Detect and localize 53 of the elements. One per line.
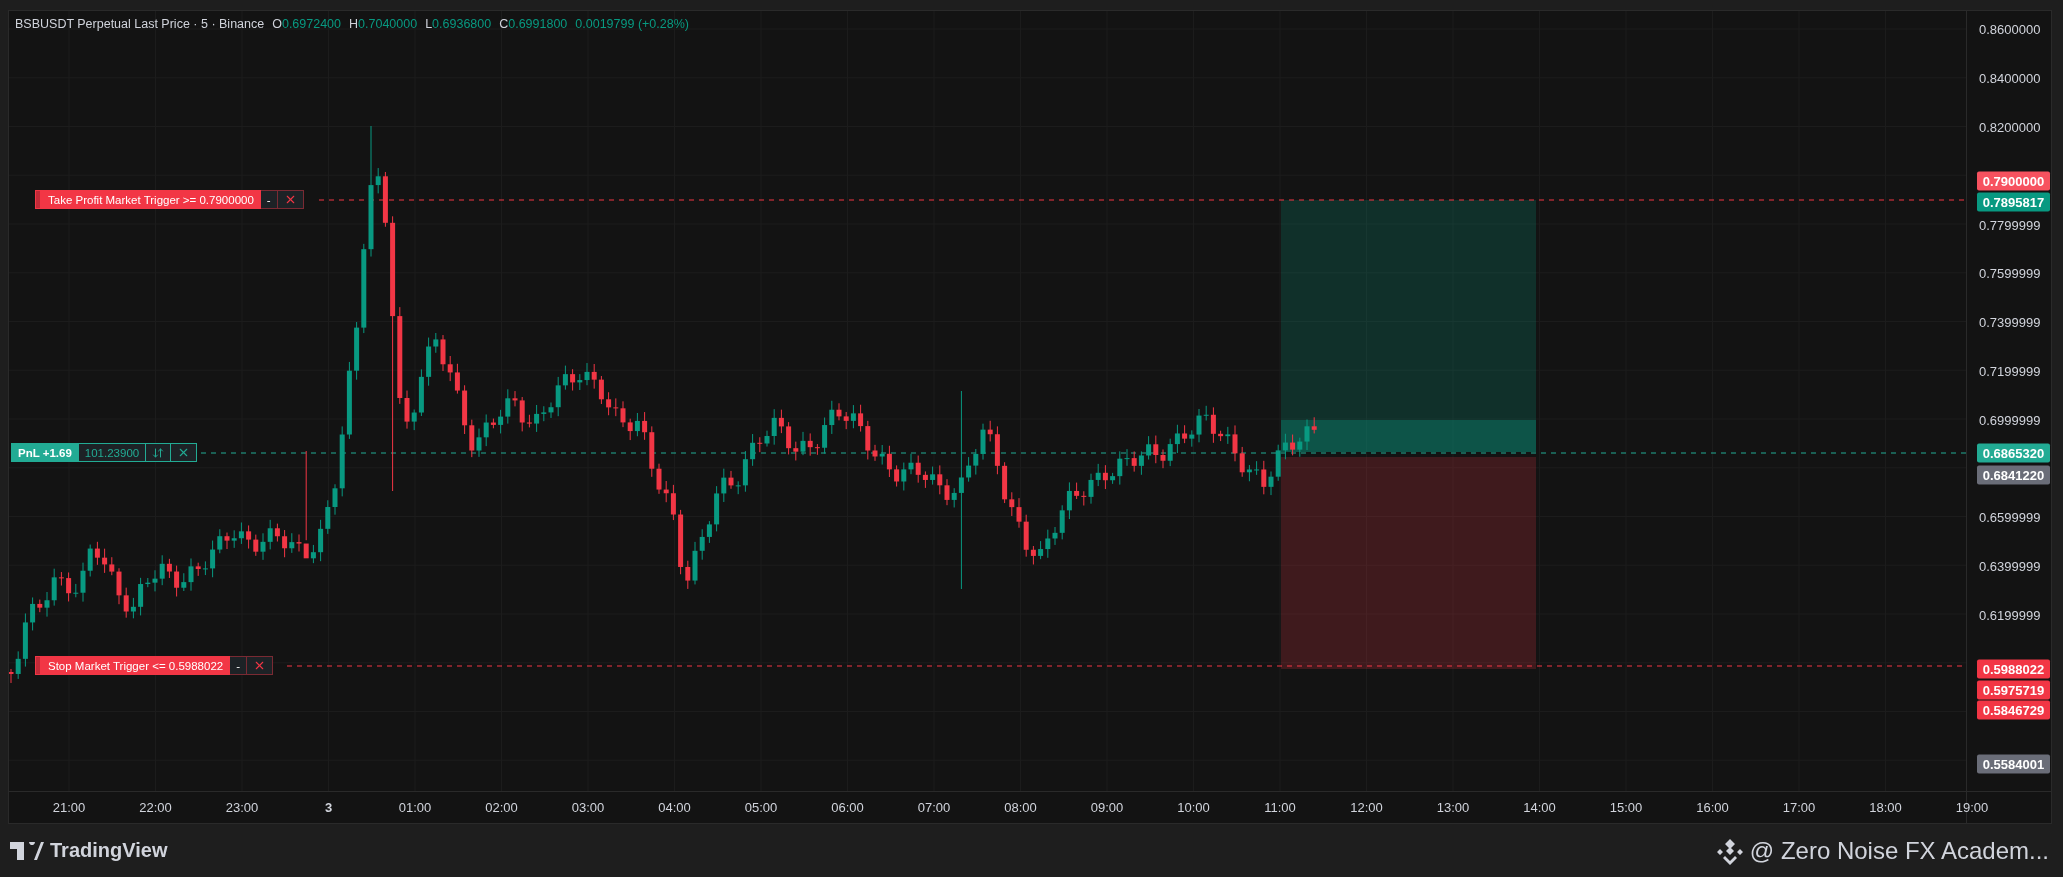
price-tick: 0.7799999 <box>1979 217 2041 233</box>
price-tick: 0.7599999 <box>1979 265 2041 281</box>
time-label: 02:00 <box>485 800 518 815</box>
price-tag: 0.7900000 <box>1977 171 2050 191</box>
time-label: 19:00 <box>1955 800 1989 815</box>
price-tag: 0.5846729 <box>1977 700 2050 720</box>
time-label: 05:00 <box>744 800 778 815</box>
time-label: 10:00 <box>1177 800 1210 815</box>
price-tick: 0.6199999 <box>1979 607 2041 623</box>
time-label: 23:00 <box>225 800 259 815</box>
time-label: 22:00 <box>139 800 172 815</box>
price-tag: 0.6841220 <box>1977 465 2050 485</box>
time-label: 18:00 <box>1869 800 1902 815</box>
order-label[interactable]: Stop Market Trigger <= 0.5988022 <box>35 656 231 675</box>
ohlc-value: L0.6936800 <box>425 17 492 31</box>
ohlc-value: H0.7040000 <box>349 17 418 31</box>
time-label: 21:00 <box>52 800 86 815</box>
price-tag: 0.6865320 <box>1977 443 2050 463</box>
time-label: 12:00 <box>1350 800 1383 815</box>
price-change: 0.0019799 (+0.28%) <box>575 17 689 31</box>
time-label: 01:00 <box>398 800 432 815</box>
price-tick: 0.8600000 <box>1979 21 2041 37</box>
time-label: 11:00 <box>1264 800 1296 815</box>
time-label: 04:00 <box>658 800 691 815</box>
price-tick: 0.7399999 <box>1979 314 2041 330</box>
price-tick: 0.8400000 <box>1979 70 2041 86</box>
time-label: 13:00 <box>1436 800 1470 815</box>
price-tag: 0.5988022 <box>1977 659 2050 679</box>
time-label: 17:00 <box>1782 800 1816 815</box>
price-tag: 0.5975719 <box>1977 680 2050 700</box>
ohlc-value: C0.6991800 <box>499 17 568 31</box>
price-tick: 0.8200000 <box>1979 119 2041 135</box>
time-label: 15:00 <box>1609 800 1643 815</box>
price-tag: 0.5584001 <box>1977 754 2050 774</box>
price-tick: 0.6399999 <box>1979 558 2041 574</box>
price-tick: 0.7199999 <box>1979 363 2041 379</box>
time-label: 09:00 <box>1090 800 1124 815</box>
time-label: 08:00 <box>1004 800 1037 815</box>
price-tag: 0.7895817 <box>1977 192 2050 212</box>
symbol-title: BSBUSDT Perpetual Last Price · 5 · Binance <box>15 17 265 31</box>
order-label[interactable]: Take Profit Market Trigger >= 0.7900000 <box>35 190 261 209</box>
time-label: 07:00 <box>917 800 951 815</box>
time-label: 14:00 <box>1523 800 1556 815</box>
price-tick: 0.6999999 <box>1979 412 2041 428</box>
author-text: @ Zero Noise FX Academ... <box>1749 836 2049 865</box>
time-label: 16:00 <box>1696 800 1729 815</box>
time-label: 03:00 <box>571 800 605 815</box>
time-label: 3 <box>324 800 333 815</box>
price-tick: 0.6599999 <box>1979 509 2041 525</box>
logo-text: TradingView <box>50 839 168 862</box>
time-label: 06:00 <box>831 800 864 815</box>
position-quantity[interactable]: 101.23900 <box>77 443 147 462</box>
ohlc-value: O0.6972400 <box>272 17 342 31</box>
